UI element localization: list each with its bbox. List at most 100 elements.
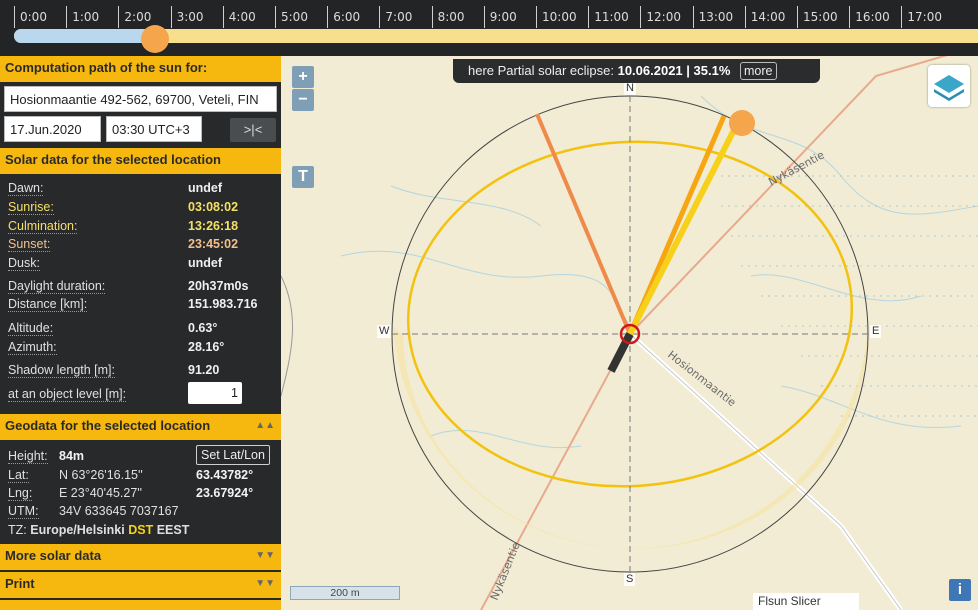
tz-value: Europe/Helsinki [30,523,125,537]
next-section-header[interactable] [0,600,281,610]
timeline-hour-tick: 7:00 [379,6,412,28]
time-input[interactable]: 03:30 UTC+3 [106,116,202,142]
print-header[interactable]: Print ▼▼ [0,572,281,598]
sunset-value: 23:45:02 [188,237,239,251]
lng-decimal: 23.67924° [196,486,254,500]
map-view[interactable]: Nykäsentie Hosionmaantie Nykäsentie N S … [281,56,978,610]
height-label[interactable]: Height: [8,449,48,464]
side-panel: Computation path of the sun for: Hosionm… [0,56,281,610]
app: 0:00 1:00 2:00 3:00 4:00 5:00 6:00 7:00 8:00 9:00… [0,0,978,610]
layers-icon [934,75,964,101]
daylight-label[interactable]: Daylight duration: [8,279,106,294]
timeline-hour-label: 9:00 [489,10,517,24]
more-button[interactable]: more [740,62,777,80]
zoom-in-button[interactable]: + [292,66,314,88]
object-level-input[interactable]: 1 [188,382,242,404]
timeline-hour-tick: 16:00 [849,6,890,28]
timeline-hour-tick: 4:00 [222,6,256,28]
timeline-hour-label: 10:00 [542,10,577,24]
expand-icon[interactable]: ▼▼ [255,572,275,596]
utm-value: 34V 633645 7037167 [59,504,179,518]
timeline[interactable]: 0:00 1:00 2:00 3:00 4:00 5:00 6:00 7:00 8:00 9:00… [0,0,978,56]
distance-value: 151.983.716 [188,297,258,311]
timeline-hour-tick: 5:00 [275,6,308,28]
compass-north: N [624,82,636,95]
timeline-hour-label: 0:00 [20,10,47,24]
culmination-label[interactable]: Culmination: [8,219,78,234]
sunrise-label[interactable]: Sunrise: [8,200,54,215]
altitude-label[interactable]: Altitude: [8,321,54,336]
dawn-label[interactable]: Dawn: [8,181,44,196]
address-input[interactable]: Hosionmaantie 492-562, 69700, Veteli, FI… [4,86,277,112]
timeline-hour-tick: 9:00 [483,6,517,28]
collapse-icon[interactable]: ▲▲ [255,414,275,438]
utm-label[interactable]: UTM: [8,504,39,519]
date-input[interactable]: 17.Jun.2020 [4,116,101,142]
timeline-hour-tick: 1:00 [66,6,99,28]
more-solar-header[interactable]: More solar data ▼▼ [0,544,281,570]
dawn-value: undef [188,181,223,195]
altitude-value: 0.63° [188,321,218,335]
timeline-hour-tick: 10:00 [536,6,577,28]
expand-icon[interactable]: ▼▼ [255,544,275,568]
zoom-out-button[interactable]: − [292,89,314,111]
dusk-value: undef [188,256,223,270]
timeline-hour-label: 2:00 [124,10,152,24]
set-now-button[interactable]: >|< [230,118,276,142]
timeline-hour-tick: 2:00 [118,6,151,28]
solar-section-header[interactable]: Solar data for the selected location [0,148,281,174]
sunrise-value: 03:08:02 [188,200,239,214]
timeline-hour-tick: 14:00 [744,6,785,28]
timeline-hour-label: 17:00 [907,10,942,24]
eclipse-prefix: here Partial solar eclipse: [468,63,614,78]
version-label: Flsun Slicer V1.4.15 [753,593,859,610]
set-latlon-button[interactable]: Set Lat/Lon [196,445,270,465]
dst-badge: DST [128,523,154,537]
lat-label[interactable]: Lat: [8,468,29,483]
timeline-hour-tick: 6:00 [327,6,360,28]
tz-abbr: EEST [156,523,190,537]
timeline-hour-tick: 3:00 [170,6,204,28]
timeline-hour-label: 11:00 [594,10,629,24]
time-slider-handle[interactable] [140,25,169,53]
azimuth-label[interactable]: Azimuth: [8,340,57,355]
eclipse-value: 10.06.2021 | 35.1% [617,63,731,78]
geo-section-title: Geodata for the selected location [5,418,211,433]
timeline-hour-tick: 8:00 [431,6,465,28]
more-solar-title: More solar data [5,548,102,563]
lng-label[interactable]: Lng: [8,486,33,501]
compass-east: E [870,325,882,338]
dusk-label[interactable]: Dusk: [8,256,40,271]
layers-button[interactable] [928,65,970,107]
timeline-hour-label: 5:00 [281,10,308,24]
timeline-hour-tick: 11:00 [588,6,629,28]
eclipse-banner: here Partial solar eclipse: 10.06.2021 |… [453,59,820,83]
timeline-hour-tick: 0:00 [14,6,47,28]
lat-dms: N 63°26'16.15'' [59,468,143,482]
timeline-hour-tick: 17:00 [901,6,942,28]
path-section-header: Computation path of the sun for: [0,56,281,82]
lat-decimal: 63.43782° [196,468,254,482]
t-button[interactable]: T [292,166,314,188]
timezone-row: TZ: Europe/Helsinki DST EEST [8,523,189,537]
height-value: 84m [59,449,85,463]
shadow-length-label[interactable]: Shadow length [m]: [8,363,116,378]
tz-label[interactable]: TZ: [8,523,27,537]
timeline-hour-tick: 13:00 [692,6,733,28]
lng-dms: E 23°40'45.27'' [59,486,143,500]
sunset-label[interactable]: Sunset: [8,237,51,252]
geo-section-header[interactable]: Geodata for the selected location ▲▲ [0,414,281,440]
info-button[interactable]: i [949,579,971,601]
road-label: Nykäsentie [766,148,826,188]
timeline-hour-label: 7:00 [385,10,413,24]
timeline-hour-label: 16:00 [855,10,890,24]
compass-south: S [624,573,636,586]
timeline-hour-label: 15:00 [803,10,838,24]
timeline-hour-label: 3:00 [176,10,204,24]
object-level-label[interactable]: at an object level [m]: [8,387,127,402]
distance-label[interactable]: Distance [km]: [8,297,88,312]
shadow-length-value: 91.20 [188,363,220,377]
timeline-hour-label: 13:00 [698,10,734,24]
timeline-hour-tick: 15:00 [797,6,838,28]
compass-west: W [377,325,392,338]
